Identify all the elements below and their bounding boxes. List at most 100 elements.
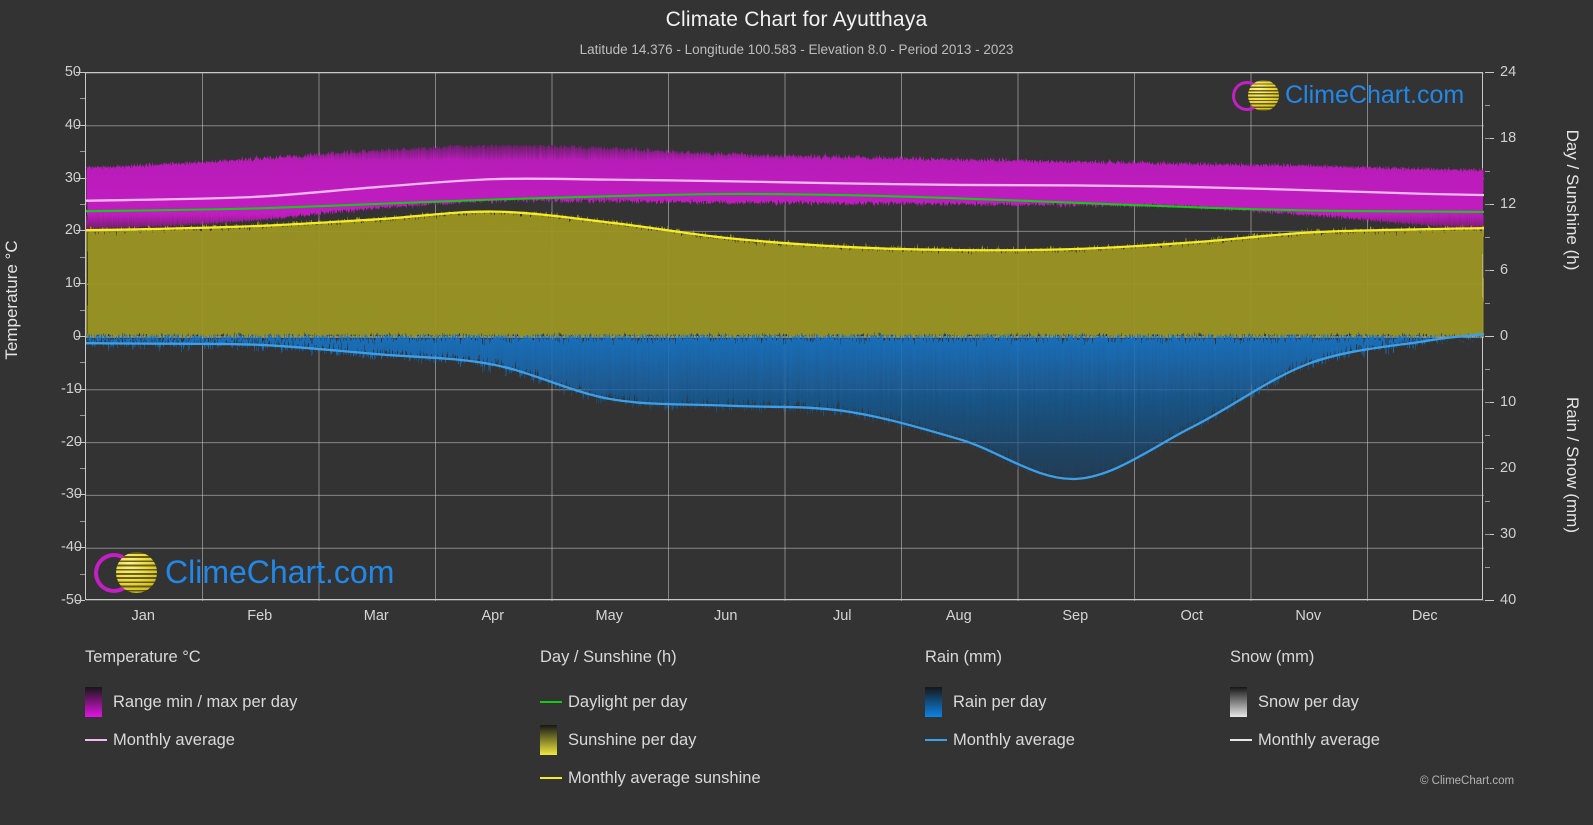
left-axis-tick-mark	[76, 72, 85, 73]
legend-column-day-sunshine-h: Day / Sunshine (h) Daylight per day Sunshi…	[540, 648, 761, 797]
legend-swatch-icon	[925, 687, 942, 717]
legend-item-label: Rain per day	[953, 692, 1047, 711]
right-axis-tick-hours: 24	[1500, 64, 1517, 80]
x-axis-tick-apr: Apr	[481, 608, 505, 624]
right-axis-tick-mark	[1485, 336, 1494, 337]
x-axis-tick-jun: Jun	[714, 608, 738, 624]
x-axis-tick-jan: Jan	[131, 608, 155, 624]
legend-column-rain-mm: Rain (mm) Rain per day Monthly average	[925, 648, 1075, 759]
right-axis-tick-hours: 12	[1500, 196, 1517, 212]
right-axis-tick-mm: 10	[1500, 394, 1517, 410]
logo-text: ClimeChart.com	[1285, 81, 1465, 109]
legend-item[interactable]: Monthly average	[925, 721, 1075, 759]
left-axis-tick-mark	[76, 177, 85, 179]
legend-line-sample	[85, 739, 107, 741]
legend-item-label: Sunshine per day	[568, 730, 697, 749]
legend-item-label: Daylight per day	[568, 692, 688, 711]
legend-line-sample	[1230, 739, 1252, 741]
x-axis-tick-aug: Aug	[945, 608, 972, 624]
legend-swatch-icon	[85, 687, 102, 717]
copyright-notice: © ClimeChart.com	[1420, 775, 1515, 787]
right-axis-tick-mm: 40	[1500, 592, 1517, 608]
x-axis-tick-feb: Feb	[247, 608, 273, 624]
right-axis-tick-mm: 20	[1500, 460, 1517, 476]
legend-item[interactable]: Monthly average	[85, 721, 297, 759]
left-axis-tick-mark	[76, 547, 85, 549]
right-axis-minor-tick	[1485, 303, 1490, 304]
legend-item[interactable]: Rain per day	[925, 683, 1075, 721]
x-axis-tick-dec: Dec	[1411, 608, 1438, 624]
right-axis-minor-tick	[1485, 501, 1490, 502]
logo-sphere-icon	[116, 552, 157, 593]
right-axis-title-bottom: Rain / Snow (mm)	[1563, 396, 1582, 534]
legend-item-label: Range min / max per day	[113, 692, 298, 711]
left-axis-tick-mark	[76, 441, 85, 443]
right-axis-minor-tick	[1485, 270, 1490, 271]
legend-column-temperature-c: Temperature °C Range min / max per day Mon…	[85, 648, 297, 759]
right-axis-minor-tick	[1485, 567, 1490, 568]
right-axis-tick-hours: 18	[1500, 130, 1517, 146]
page-subtitle: Latitude 14.376 - Longitude 100.583 - El…	[579, 42, 1014, 57]
right-axis-minor-tick	[1485, 435, 1490, 436]
climate-chart-svg	[86, 73, 1484, 601]
x-axis-tick-may: May	[595, 608, 623, 624]
left-axis-tick-mark	[76, 124, 85, 126]
legend-column-title: Day / Sunshine (h)	[540, 648, 677, 666]
legend-item[interactable]: Monthly average sunshine	[540, 759, 761, 797]
chart-legend: Temperature °C Range min / max per day Mon…	[0, 648, 1593, 808]
legend-item-label: Snow per day	[1258, 692, 1359, 711]
legend-swatch-icon	[1230, 687, 1247, 717]
legend-item[interactable]: Monthly average	[1230, 721, 1380, 759]
legend-line-icon	[925, 739, 953, 741]
legend-item-label: Monthly average	[953, 730, 1075, 749]
right-axis-minor-tick	[1485, 402, 1490, 403]
left-axis-tick-mark	[76, 494, 85, 496]
legend-item[interactable]: Sunshine per day	[540, 721, 761, 759]
x-axis-tick-mar: Mar	[363, 608, 389, 624]
right-axis-tick-hours: 0	[1500, 328, 1509, 344]
right-axis-tick-mm: 30	[1500, 526, 1517, 542]
right-axis-minor-tick	[1485, 534, 1490, 535]
right-axis-tick-mark	[1485, 72, 1494, 73]
left-axis-tick-mark	[76, 600, 85, 601]
legend-line-icon	[85, 739, 113, 741]
right-axis-minor-tick	[1485, 204, 1490, 205]
legend-item[interactable]: Snow per day	[1230, 683, 1380, 721]
x-axis-tick-sep: Sep	[1062, 608, 1089, 624]
legend-line-sample	[540, 701, 562, 703]
left-axis-tick-mark	[76, 336, 85, 337]
right-axis-minor-tick	[1485, 171, 1490, 172]
legend-swatch-icon	[540, 725, 557, 755]
legend-line-sample	[540, 777, 562, 779]
logo-text: ClimeChart.com	[165, 554, 395, 590]
legend-column-title: Rain (mm)	[925, 648, 1002, 666]
legend-item[interactable]: Daylight per day	[540, 683, 761, 721]
legend-line-icon	[540, 777, 568, 779]
left-axis-tick-mark	[76, 388, 85, 390]
right-axis-minor-tick	[1485, 138, 1490, 139]
right-axis-minor-tick	[1485, 468, 1490, 469]
legend-column-title: Temperature °C	[85, 648, 201, 666]
right-axis-minor-tick	[1485, 369, 1490, 370]
legend-item-label: Monthly average	[1258, 730, 1380, 749]
legend-line-icon	[1230, 739, 1258, 741]
legend-item[interactable]: Range min / max per day	[85, 683, 297, 721]
climechart-logo-top: ClimeChart.com	[1232, 80, 1464, 111]
left-axis-title: Temperature °C	[2, 240, 21, 360]
logo-sphere-icon	[1248, 80, 1279, 111]
right-axis-minor-tick	[1485, 105, 1490, 106]
right-axis-tick-hours: 6	[1500, 262, 1509, 278]
right-axis-title-top: Day / Sunshine (h)	[1563, 129, 1582, 271]
legend-item-label: Monthly average sunshine	[568, 768, 761, 787]
page-title: Climate Chart for Ayutthaya	[665, 8, 928, 31]
x-axis-tick-oct: Oct	[1180, 608, 1204, 624]
legend-line-icon	[540, 701, 568, 703]
climechart-logo-bottom: ClimeChart.com	[94, 552, 394, 593]
legend-item-label: Monthly average	[113, 730, 235, 749]
legend-line-sample	[925, 739, 947, 741]
right-axis-tick-mark	[1485, 600, 1494, 601]
left-axis-tick-mark	[76, 283, 85, 285]
right-axis-minor-tick	[1485, 237, 1490, 238]
climate-chart-plot	[85, 72, 1484, 601]
x-axis-tick-jul: Jul	[832, 608, 852, 624]
